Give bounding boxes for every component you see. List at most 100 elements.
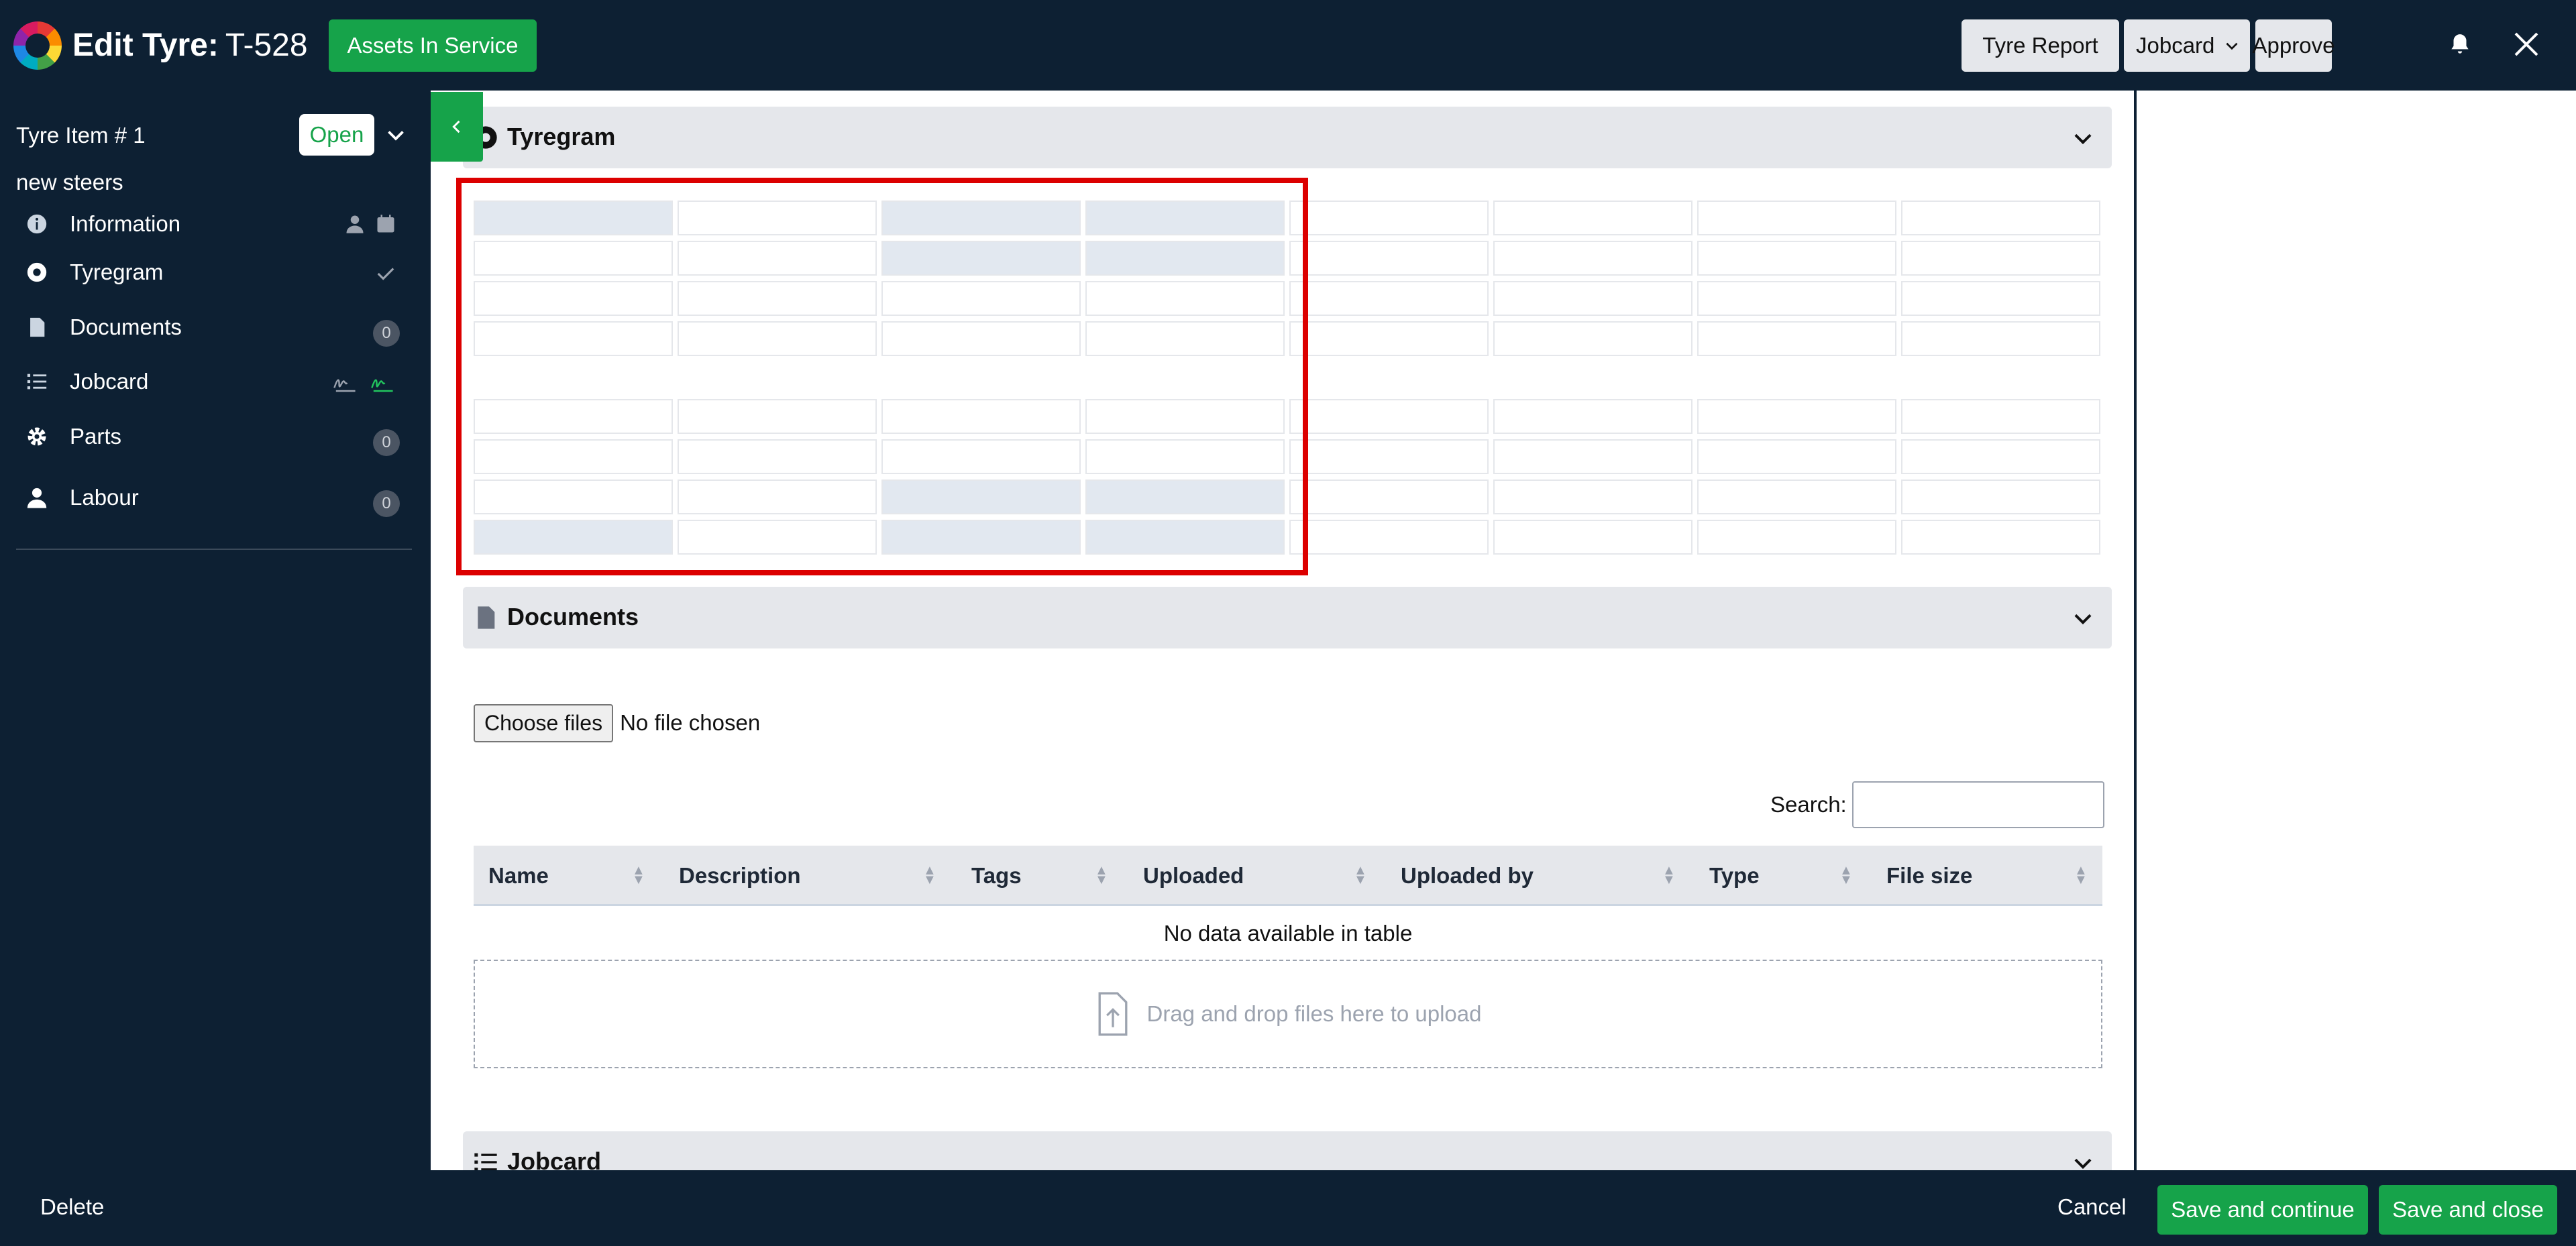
tyregram-cell[interactable] <box>1289 241 1489 276</box>
tyregram-cell[interactable] <box>1493 281 1693 316</box>
sidebar-item-documents[interactable]: Documents 0 <box>0 309 429 349</box>
sidebar-item-label: Information <box>70 211 181 236</box>
tyregram-cell[interactable] <box>1697 201 1896 235</box>
sidebar-item-label: Tyregram <box>70 260 164 284</box>
tyregram-cell[interactable] <box>1493 241 1693 276</box>
sort-icon[interactable]: ▲ ▼ <box>1354 864 1367 887</box>
tyregram-cell[interactable] <box>1289 201 1489 235</box>
search-input[interactable] <box>1851 781 2104 828</box>
gear-icon <box>28 427 46 446</box>
bell-icon[interactable] <box>2447 32 2473 58</box>
tyregram-cell[interactable] <box>1289 321 1489 356</box>
table-search: Search: <box>1770 781 2104 828</box>
tyregram-cell[interactable] <box>1493 321 1693 356</box>
tyregram-cell[interactable] <box>1289 281 1489 316</box>
app-logo-icon <box>13 21 62 70</box>
tyre-item-title: Tyre Item # 1 <box>16 123 146 148</box>
sidebar-item-parts[interactable]: Parts 0 <box>0 418 429 459</box>
tyregram-cell[interactable] <box>1289 479 1489 514</box>
chevron-down-icon[interactable] <box>384 123 408 147</box>
sidebar-item-tyregram[interactable]: Tyregram <box>0 254 429 294</box>
sort-icon[interactable]: ▲ ▼ <box>2074 864 2088 887</box>
tyregram-cell[interactable] <box>1697 321 1896 356</box>
tyregram-cell[interactable] <box>1289 439 1489 474</box>
tyregram-cell[interactable] <box>1901 479 2100 514</box>
sidebar-item-label: Parts <box>70 424 122 449</box>
tyregram-cell[interactable] <box>1493 399 1693 434</box>
search-label: Search: <box>1770 792 1847 817</box>
tyregram-cell[interactable] <box>1493 520 1693 555</box>
tyregram-cell[interactable] <box>1901 201 2100 235</box>
column-header-uploaded[interactable]: Uploaded <box>1143 863 1244 889</box>
calendar-icon <box>377 215 394 233</box>
tyregram-cell[interactable] <box>1289 399 1489 434</box>
sidebar-item-label: Jobcard <box>70 369 149 394</box>
tyregram-cell[interactable] <box>1901 439 2100 474</box>
document-icon <box>478 606 495 629</box>
tyregram-cell[interactable] <box>1493 439 1693 474</box>
column-header-description[interactable]: Description <box>679 863 801 889</box>
delete-button[interactable]: Delete <box>40 1194 104 1220</box>
sort-icon[interactable]: ▲ ▼ <box>1839 864 1853 887</box>
file-dropzone[interactable]: Drag and drop files here to upload <box>474 960 2102 1068</box>
sort-icon[interactable]: ▲ ▼ <box>923 864 936 887</box>
sidebar-collapse-button[interactable] <box>431 92 483 162</box>
approve-button[interactable]: Approve <box>2253 19 2334 72</box>
status-badge: Open <box>299 114 374 156</box>
tyregram-cell[interactable] <box>1901 241 2100 276</box>
sidebar-item-labour[interactable]: Labour 0 <box>0 479 429 520</box>
cancel-button[interactable]: Cancel <box>2057 1194 2127 1220</box>
tyregram-cell[interactable] <box>1289 520 1489 555</box>
chevron-down-icon <box>2074 614 2092 625</box>
list-icon <box>474 1153 497 1170</box>
table-empty-message: No data available in table <box>1163 921 1413 946</box>
column-header-name[interactable]: Name <box>488 863 549 889</box>
count-badge: 0 <box>373 490 400 517</box>
sidebar-divider <box>16 549 412 550</box>
tyregram-cell[interactable] <box>1697 281 1896 316</box>
tyregram-cell[interactable] <box>1697 520 1896 555</box>
tyre-report-button[interactable]: Tyre Report <box>1962 19 2119 72</box>
dropzone-text: Drag and drop files here to upload <box>1146 1001 1482 1026</box>
assets-in-service-button[interactable]: Assets In Service <box>329 19 537 72</box>
check-icon <box>377 268 394 280</box>
tyre-code: T-528 <box>225 27 308 63</box>
sort-icon[interactable]: ▲ ▼ <box>1095 864 1108 887</box>
info-icon <box>27 214 47 234</box>
sidebar-item-label: Documents <box>70 315 182 339</box>
tyregram-cell[interactable] <box>1697 241 1896 276</box>
tyregram-cell[interactable] <box>1697 479 1896 514</box>
choose-files-button[interactable]: Choose files <box>474 703 614 742</box>
column-header-tags[interactable]: Tags <box>971 863 1022 889</box>
no-file-text: No file chosen <box>620 710 761 735</box>
tyregram-section-header[interactable]: Tyregram <box>463 107 2112 168</box>
count-badge: 0 <box>373 429 400 456</box>
signature-icon <box>333 379 356 392</box>
tyregram-cell[interactable] <box>1901 399 2100 434</box>
tyregram-cell[interactable] <box>1901 520 2100 555</box>
save-and-continue-button[interactable]: Save and continue <box>2157 1185 2368 1235</box>
documents-section-header[interactable]: Documents <box>463 587 2112 648</box>
column-header-type[interactable]: Type <box>1709 863 1760 889</box>
tyregram-cell[interactable] <box>1901 321 2100 356</box>
tyregram-cell[interactable] <box>1493 201 1693 235</box>
tyregram-cell[interactable] <box>1697 399 1896 434</box>
sidebar-item-information[interactable]: Information <box>0 206 429 246</box>
right-blank-area <box>2137 91 2576 1170</box>
sidebar-item-jobcard[interactable]: Jobcard <box>0 363 429 404</box>
sort-icon[interactable]: ▲ ▼ <box>1662 864 1676 887</box>
tyregram-cell[interactable] <box>1901 281 2100 316</box>
tyregram-cell[interactable] <box>1493 479 1693 514</box>
section-title: Documents <box>507 603 639 630</box>
close-icon[interactable] <box>2510 28 2542 60</box>
save-and-close-button[interactable]: Save and close <box>2379 1185 2557 1235</box>
column-header-file-size[interactable]: File size <box>1886 863 1972 889</box>
file-upload-row: Choose files No file chosen <box>474 703 760 743</box>
count-badge: 0 <box>373 320 400 347</box>
column-header-uploaded-by[interactable]: Uploaded by <box>1401 863 1534 889</box>
jobcard-section-header[interactable]: Jobcard <box>463 1131 2112 1170</box>
chevron-down-icon <box>2074 1158 2092 1170</box>
jobcard-select[interactable]: Jobcard <box>2124 19 2250 72</box>
sort-icon[interactable]: ▲ ▼ <box>632 864 645 887</box>
tyregram-cell[interactable] <box>1697 439 1896 474</box>
